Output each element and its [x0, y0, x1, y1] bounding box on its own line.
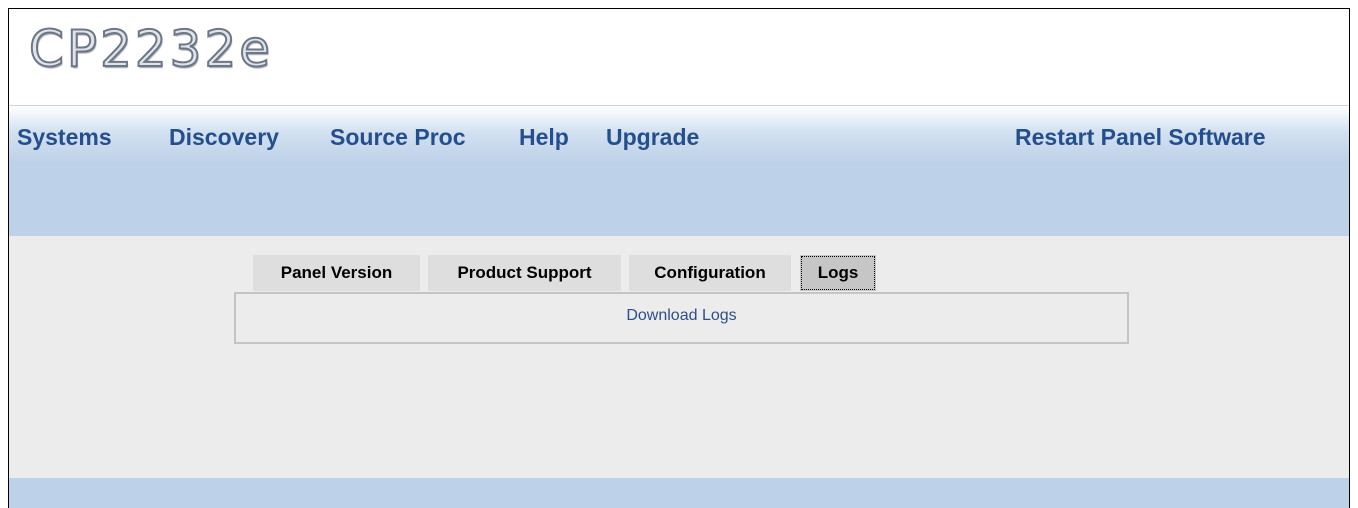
- nav-item-help[interactable]: Help: [519, 124, 569, 151]
- tab-logs[interactable]: Logs: [800, 255, 876, 291]
- tab-configuration[interactable]: Configuration: [629, 255, 791, 291]
- nav-bar: Systems Discovery Source Proc Help Upgra…: [9, 106, 1349, 236]
- nav-item-source-proc[interactable]: Source Proc: [330, 124, 466, 151]
- download-logs-link[interactable]: Download Logs: [626, 307, 736, 325]
- tab-panel-version[interactable]: Panel Version: [253, 255, 420, 291]
- header: CP2232e: [9, 9, 1349, 106]
- product-logo: CP2232e: [28, 19, 274, 79]
- nav-item-upgrade[interactable]: Upgrade: [606, 124, 699, 151]
- nav-item-discovery[interactable]: Discovery: [169, 124, 279, 151]
- footer-bar: [9, 478, 1349, 508]
- logs-panel: Download Logs: [234, 292, 1129, 344]
- restart-panel-software-link[interactable]: Restart Panel Software: [1015, 124, 1266, 151]
- app-frame: CP2232e Systems Discovery Source Proc He…: [8, 8, 1350, 508]
- tab-product-support[interactable]: Product Support: [428, 255, 621, 291]
- nav-item-systems[interactable]: Systems: [17, 124, 112, 151]
- nav-strip: Systems Discovery Source Proc Help Upgra…: [9, 106, 1349, 163]
